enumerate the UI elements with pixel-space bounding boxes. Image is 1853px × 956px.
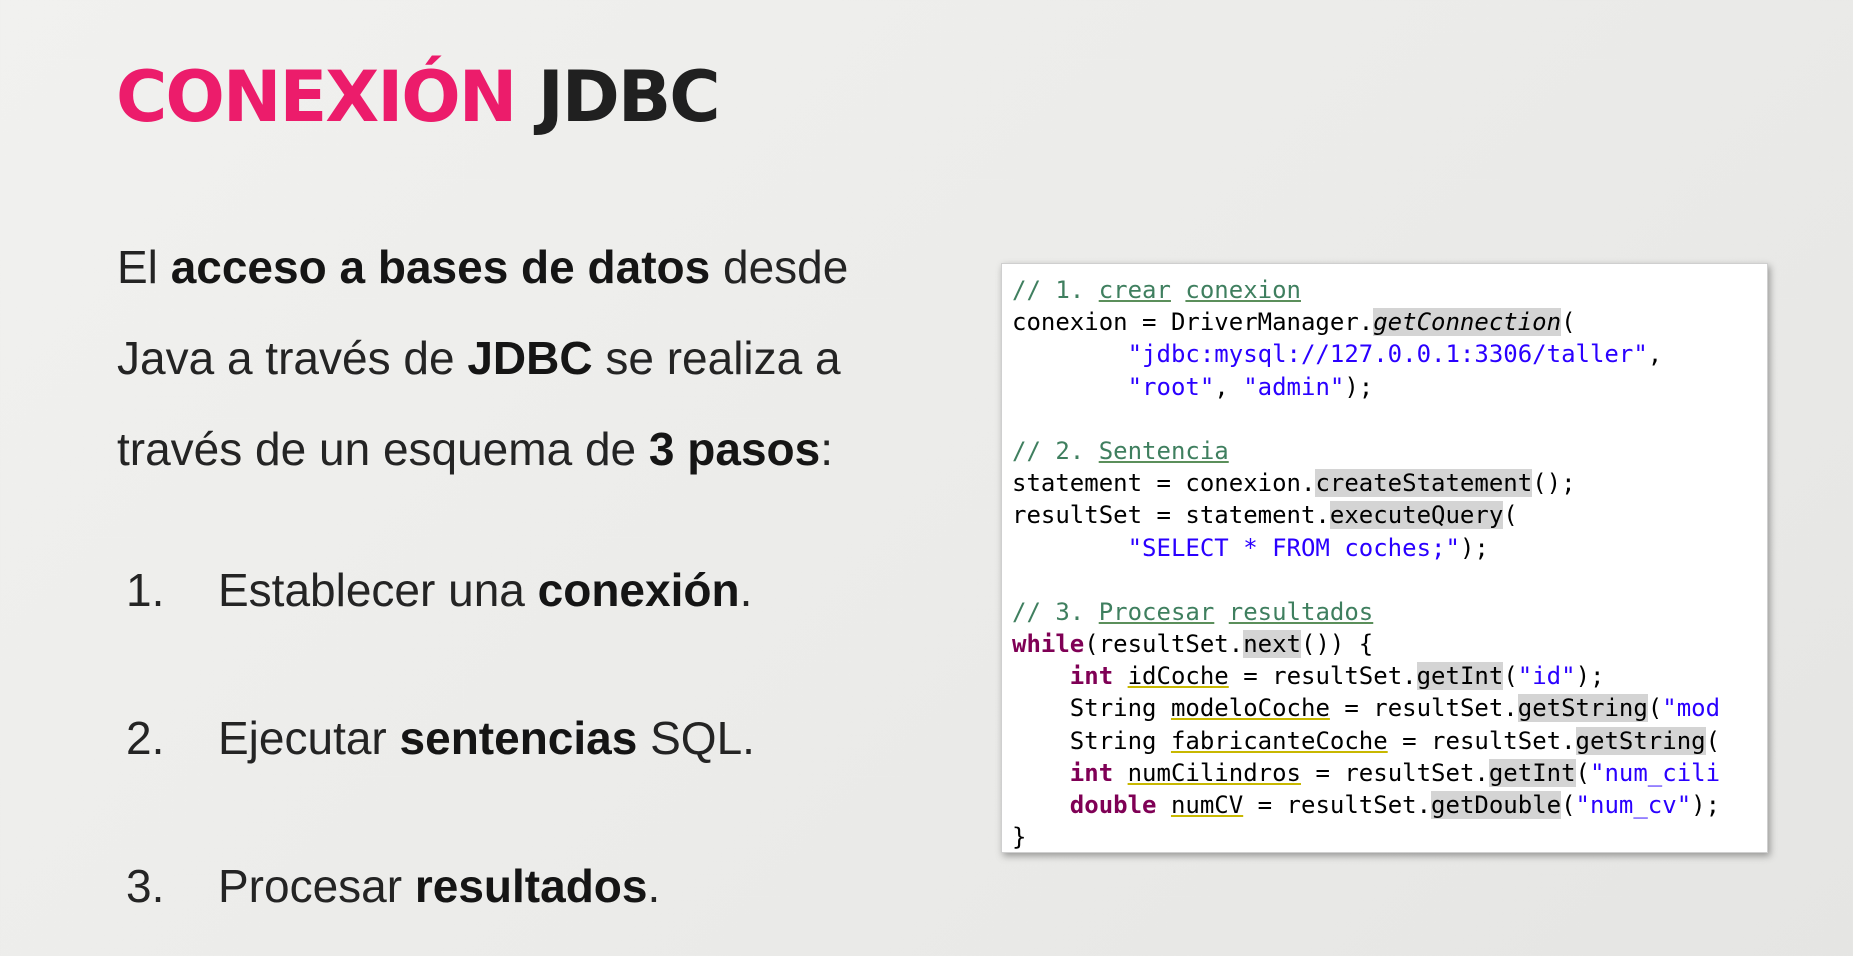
code-line-comment-2: // 2. Sentencia [1012,436,1229,465]
title-accent: CONEXIÓN [116,56,517,138]
code-line-create-statement: statement = conexion.createStatement(); [1012,469,1576,498]
step-number: 2. [126,712,165,764]
step-item: 1. Establecer una conexión. [126,550,846,698]
step-text-end: . [647,860,661,912]
code-line-close-brace: } [1012,823,1027,852]
intro-paragraph: El acceso a bases de datos desde Java a … [117,222,877,495]
title-rest: JDBC [537,56,721,138]
step-number: 3. [126,860,165,912]
intro-bold-1: acceso a bases de datos [170,241,711,293]
step-text-bold: conexión [537,564,740,616]
step-text-end: . [739,564,753,616]
code-line-jdbc-url: "jdbc:mysql://127.0.0.1:3306/taller", [1127,340,1663,369]
code-line-while: while(resultSet.next()) { [1012,630,1374,659]
step-text-bold: sentencias [399,712,638,764]
code-line-modelo-coche: String modeloCoche = resultSet.getString… [1069,694,1721,723]
code-line-sql: "SELECT * FROM coches;"); [1127,533,1489,562]
intro-text-4: : [820,423,833,475]
code-line-credentials: "root", "admin"); [1127,372,1374,401]
code-line-id-coche: int idCoche = resultSet.getInt("id"); [1069,662,1605,691]
steps-list: 1. Establecer una conexión. 2. Ejecutar se… [126,550,846,956]
code-block: // 1. crear conexion conexion = DriverMan… [1002,264,1767,852]
intro-bold-2: JDBC [467,332,593,384]
step-text-plain: Establecer una [218,564,538,616]
code-line-num-cv: double numCV = resultSet.getDouble("num_… [1069,791,1721,819]
code-screenshot: // 1. crear conexion conexion = DriverMan… [1001,263,1768,853]
code-line-get-connection: conexion = DriverManager.getConnection( [1012,308,1576,337]
step-item: 3. Procesar resultados. [126,846,846,956]
step-text: Ejecutar sentencias SQL. [218,698,755,778]
code-line-execute-query: resultSet = statement.executeQuery( [1012,501,1518,530]
code-line-comment-3: // 3. Procesar resultados [1012,597,1374,626]
slide-title: CONEXIÓN JDBC [116,52,721,142]
step-number: 1. [126,564,165,616]
step-item: 2. Ejecutar sentencias SQL. [126,698,846,846]
code-line-comment-1: // 1. crear conexion [1012,276,1301,304]
code-line-num-cilindros: int numCilindros = resultSet.getInt("num… [1069,758,1721,787]
step-text-plain: Procesar [218,860,415,912]
intro-text-1: El [117,241,171,293]
step-text-plain: Ejecutar [218,712,400,764]
intro-bold-3: 3 pasos [648,423,821,475]
code-line-fabricante-coche: String fabricanteCoche = resultSet.getSt… [1069,726,1721,755]
step-text-end: SQL. [637,712,755,764]
step-text-bold: resultados [414,860,648,912]
step-text: Procesar resultados. [218,846,660,926]
step-text: Establecer una conexión. [218,550,752,630]
